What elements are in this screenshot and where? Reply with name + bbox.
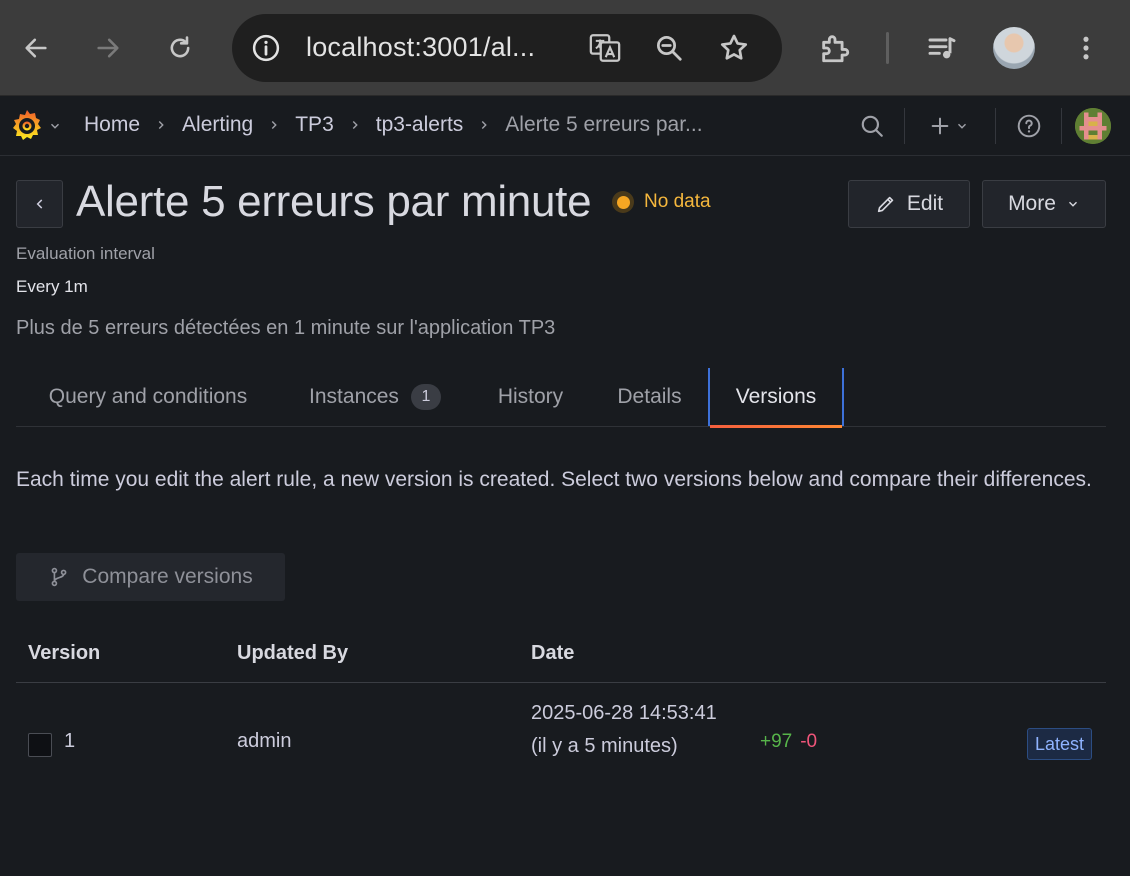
url-text[interactable]: localhost:3001/al... bbox=[306, 32, 566, 63]
column-header-date: Date bbox=[531, 642, 575, 664]
forward-arrow-icon[interactable] bbox=[84, 24, 132, 72]
status-badge: No data bbox=[612, 191, 711, 213]
tab-label: History bbox=[497, 385, 564, 408]
chevron-down-icon bbox=[51, 123, 59, 129]
chevron-down-icon bbox=[1068, 201, 1077, 207]
chevron-right-icon bbox=[477, 118, 491, 132]
tab-label: Query and conditions bbox=[48, 385, 248, 408]
new-menu-button[interactable] bbox=[925, 110, 973, 142]
breadcrumb-group[interactable]: tp3-alerts bbox=[376, 113, 464, 137]
table-row: 1 admin 2025-06-28 14:53:41 (il y a 5 mi… bbox=[16, 683, 1106, 807]
tab-details[interactable]: Details bbox=[591, 368, 708, 426]
extensions-puzzle-icon[interactable] bbox=[811, 24, 859, 72]
versions-info-text: Each time you edit the alert rule, a new… bbox=[16, 468, 1092, 491]
evaluation-interval-label: Evaluation interval bbox=[16, 244, 155, 263]
tab-query-and-conditions[interactable]: Query and conditions bbox=[16, 368, 280, 426]
latest-badge: Latest bbox=[1027, 728, 1093, 760]
tab-label: Versions bbox=[735, 385, 817, 408]
back-button[interactable] bbox=[16, 180, 63, 228]
bookmark-star-icon[interactable] bbox=[717, 31, 751, 65]
page-title: Alerte 5 erreurs par minute bbox=[76, 177, 592, 226]
pencil-icon bbox=[877, 196, 894, 213]
topbar-divider bbox=[904, 108, 905, 144]
chevron-right-icon bbox=[154, 118, 168, 132]
edit-button[interactable]: Edit bbox=[848, 180, 970, 228]
breadcrumb-home[interactable]: Home bbox=[84, 113, 140, 137]
back-arrow-icon[interactable] bbox=[12, 24, 60, 72]
plus-icon bbox=[931, 117, 949, 135]
updated-by: admin bbox=[237, 730, 292, 752]
chevron-down-icon bbox=[958, 123, 966, 129]
toolbar-divider bbox=[886, 32, 889, 64]
grafana-logo-menu[interactable] bbox=[8, 108, 64, 144]
tab-label: Details bbox=[617, 385, 682, 408]
tab-history[interactable]: History bbox=[470, 368, 591, 426]
browser-profile-avatar[interactable] bbox=[993, 27, 1035, 69]
chevron-right-icon bbox=[348, 118, 362, 132]
edit-button-label: Edit bbox=[906, 192, 944, 215]
site-info-icon[interactable] bbox=[249, 31, 283, 65]
git-branch-icon bbox=[51, 567, 67, 587]
version-select-checkbox[interactable] bbox=[28, 733, 52, 757]
topbar-divider bbox=[1061, 108, 1062, 144]
tab-label: Instances bbox=[309, 385, 399, 408]
breadcrumb-alerting[interactable]: Alerting bbox=[182, 113, 253, 137]
breadcrumb-folder[interactable]: TP3 bbox=[295, 113, 334, 137]
column-header-updated-by: Updated By bbox=[237, 642, 349, 664]
breadcrumb: Home Alerting TP3 tp3-alerts Alerte 5 er… bbox=[84, 113, 703, 137]
more-button-label: More bbox=[1008, 192, 1056, 215]
browser-menu-icon[interactable] bbox=[1062, 24, 1110, 72]
topbar-divider bbox=[995, 108, 996, 144]
chevron-left-icon bbox=[36, 199, 42, 209]
instances-count-badge: 1 bbox=[410, 384, 441, 410]
browser-toolbar: localhost:3001/al... bbox=[0, 0, 1130, 96]
zoom-icon[interactable] bbox=[652, 31, 686, 65]
user-avatar[interactable] bbox=[1075, 108, 1111, 144]
compare-versions-label: Compare versions bbox=[82, 565, 253, 588]
status-text: No data bbox=[644, 191, 711, 212]
versions-table: Version Updated By Date 1 admin 2025-06-… bbox=[16, 625, 1106, 807]
version-date: 2025-06-28 14:53:41 (il y a 5 minutes) bbox=[531, 702, 717, 757]
tab-versions[interactable]: Versions bbox=[708, 368, 844, 428]
diff-summary: +97 -0 bbox=[760, 731, 817, 753]
search-icon[interactable] bbox=[856, 110, 888, 142]
compare-versions-button[interactable]: Compare versions bbox=[16, 553, 285, 601]
more-button[interactable]: More bbox=[982, 180, 1106, 228]
help-icon[interactable] bbox=[1013, 110, 1045, 142]
address-bar[interactable]: localhost:3001/al... bbox=[232, 14, 782, 82]
tab-bar: Query and conditions Instances 1 History… bbox=[16, 368, 1106, 428]
lines-added: +97 bbox=[760, 731, 793, 752]
column-header-version: Version bbox=[28, 642, 101, 664]
breadcrumb-current: Alerte 5 erreurs par... bbox=[505, 113, 703, 136]
version-number: 1 bbox=[64, 730, 76, 752]
translate-icon[interactable] bbox=[588, 31, 622, 65]
chevron-right-icon bbox=[267, 118, 281, 132]
lines-removed: -0 bbox=[800, 731, 818, 752]
rule-description: Plus de 5 erreurs détectées en 1 minute … bbox=[16, 317, 556, 339]
media-controls-icon[interactable] bbox=[918, 24, 966, 72]
grafana-logo-icon bbox=[13, 110, 41, 140]
grafana-topbar: Home Alerting TP3 tp3-alerts Alerte 5 er… bbox=[0, 96, 1130, 156]
table-header: Version Updated By Date bbox=[16, 625, 1106, 683]
tab-instances[interactable]: Instances 1 bbox=[280, 368, 470, 426]
evaluation-interval-value: Every 1m bbox=[16, 277, 88, 296]
reload-icon[interactable] bbox=[156, 24, 204, 72]
status-dot-icon bbox=[612, 191, 634, 213]
